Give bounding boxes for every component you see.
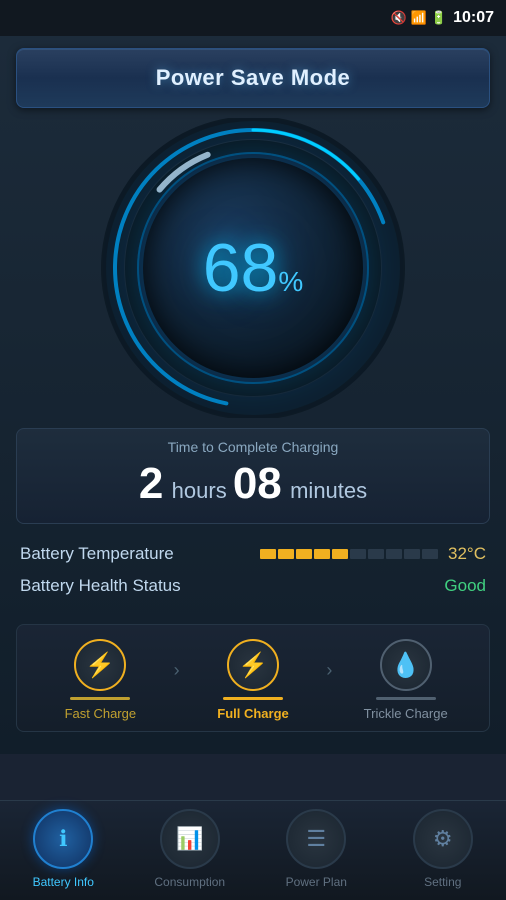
- health-label: Battery Health Status: [20, 576, 181, 596]
- temp-seg-4: [332, 549, 348, 559]
- charging-modes-panel: ⚡ Fast Charge › ⚡ Full Charge › 💧 Trickl…: [16, 624, 490, 732]
- power-save-button[interactable]: Power Save Mode: [16, 48, 490, 108]
- temp-label: Battery Temperature: [20, 544, 174, 564]
- fast-charge-label: Fast Charge: [65, 706, 137, 721]
- trickle-charge-icon: 💧: [391, 651, 421, 680]
- temp-right: 32°C: [260, 544, 486, 564]
- temp-bar: [260, 549, 438, 559]
- health-value: Good: [444, 576, 486, 596]
- power-save-label: Power Save Mode: [156, 65, 351, 90]
- setting-icon: ⚙: [433, 826, 453, 852]
- temp-seg-7: [386, 549, 402, 559]
- main-content: Power Save Mode 68 %: [0, 36, 506, 754]
- nav-consumption[interactable]: 📊 Consumption: [127, 809, 254, 889]
- minutes-value: 08: [233, 459, 282, 508]
- time-complete-label: Time to Complete Charging: [33, 439, 473, 455]
- mute-icon: 🔇: [391, 10, 407, 26]
- temp-seg-5: [350, 549, 366, 559]
- full-charge-bar: [223, 697, 283, 700]
- full-charge-mode[interactable]: ⚡ Full Charge: [180, 639, 327, 721]
- trickle-charge-icon-circle: 💧: [380, 639, 432, 691]
- battery-info-label: Battery Info: [33, 875, 94, 889]
- power-plan-icon-wrap: ☰: [286, 809, 346, 869]
- fast-charge-bar: [70, 697, 130, 700]
- temp-seg-1: [278, 549, 294, 559]
- setting-label: Setting: [424, 875, 461, 889]
- temp-seg-9: [422, 549, 438, 559]
- nav-power-plan[interactable]: ☰ Power Plan: [253, 809, 380, 889]
- trickle-charge-label: Trickle Charge: [364, 706, 448, 721]
- battery-info-icon-wrap: ℹ: [33, 809, 93, 869]
- temp-seg-0: [260, 549, 276, 559]
- gauge-inner: 68 %: [143, 158, 363, 378]
- setting-icon-wrap: ⚙: [413, 809, 473, 869]
- battery-gauge: 68 %: [16, 118, 490, 418]
- full-charge-icon: ⚡: [238, 651, 268, 680]
- battery-percent-display: 68 %: [203, 234, 304, 302]
- full-charge-label: Full Charge: [217, 706, 289, 721]
- fast-charge-mode[interactable]: ⚡ Fast Charge: [27, 639, 174, 721]
- hours-value: 2: [139, 459, 163, 508]
- temp-value: 32°C: [448, 544, 486, 564]
- signal-icon: 📶: [411, 10, 427, 26]
- power-plan-icon: ☰: [306, 826, 326, 852]
- hours-unit: hours: [172, 478, 233, 503]
- fast-charge-icon-circle: ⚡: [74, 639, 126, 691]
- trickle-charge-bar: [376, 697, 436, 700]
- temp-seg-2: [296, 549, 312, 559]
- status-icons: 🔇 📶 🔋: [391, 10, 448, 26]
- temperature-row: Battery Temperature 32°C: [20, 544, 486, 564]
- health-row: Battery Health Status Good: [20, 576, 486, 596]
- nav-battery-info[interactable]: ℹ Battery Info: [0, 809, 127, 889]
- battery-info-icon: ℹ: [59, 826, 67, 852]
- temp-seg-6: [368, 549, 384, 559]
- trickle-charge-mode[interactable]: 💧 Trickle Charge: [332, 639, 479, 721]
- battery-icon: 🔋: [431, 10, 447, 26]
- full-charge-icon-circle: ⚡: [227, 639, 279, 691]
- power-plan-label: Power Plan: [286, 875, 347, 889]
- status-time: 10:07: [453, 9, 494, 27]
- time-complete-value: 2 hours 08 minutes: [33, 459, 473, 509]
- percent-symbol: %: [278, 266, 303, 298]
- consumption-label: Consumption: [154, 875, 225, 889]
- minutes-unit: minutes: [290, 478, 367, 503]
- battery-stats: Battery Temperature 32°C Battery Health …: [16, 538, 490, 614]
- temp-seg-3: [314, 549, 330, 559]
- bottom-nav: ℹ Battery Info 📊 Consumption ☰ Power Pla…: [0, 800, 506, 900]
- fast-charge-icon: ⚡: [85, 651, 115, 680]
- percent-value: 68: [203, 234, 279, 302]
- temp-seg-8: [404, 549, 420, 559]
- consumption-icon-wrap: 📊: [160, 809, 220, 869]
- status-bar: 🔇 📶 🔋 10:07: [0, 0, 506, 36]
- nav-setting[interactable]: ⚙ Setting: [380, 809, 506, 889]
- consumption-icon: 📊: [176, 826, 203, 852]
- time-complete-panel: Time to Complete Charging 2 hours 08 min…: [16, 428, 490, 524]
